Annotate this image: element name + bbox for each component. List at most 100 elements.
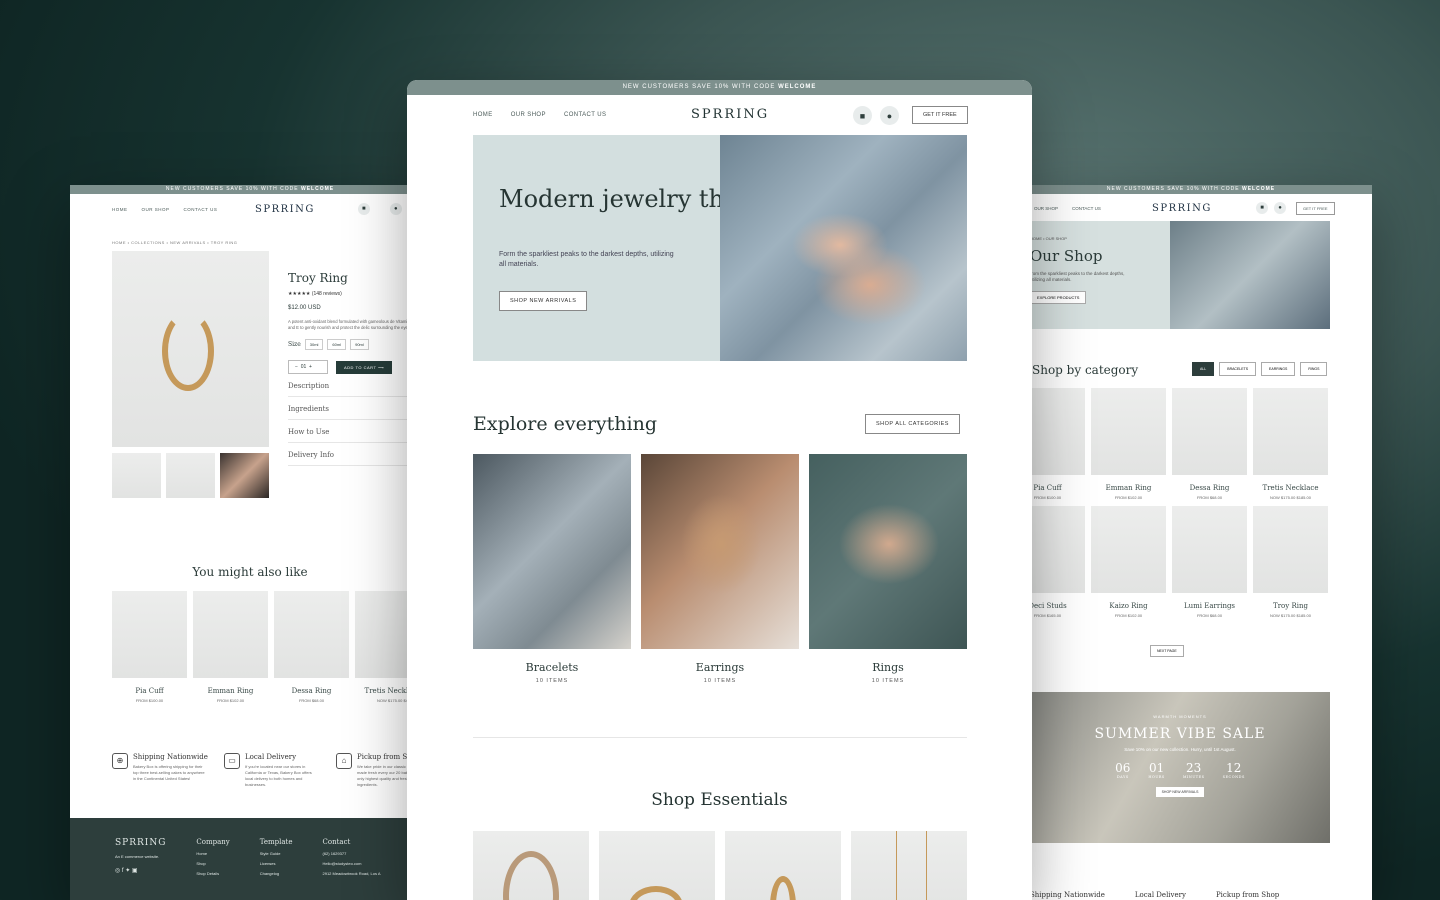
category-earrings[interactable]: Earrings 10 ITEMS	[641, 454, 799, 684]
sale-banner: WARMTH MOMENTS SUMMER VIBE SALE Save 10%…	[1030, 692, 1330, 843]
sale-title: SUMMER VIBE SALE	[1094, 726, 1266, 742]
accordion-item[interactable]: Delivery Info	[288, 445, 418, 466]
user-icon[interactable]: ●	[880, 106, 899, 125]
user-icon[interactable]: ●	[390, 203, 402, 215]
thumbnail[interactable]	[220, 453, 269, 498]
globe-icon: ⊕	[112, 753, 128, 769]
brand-logo[interactable]: SPRRING	[255, 204, 315, 215]
size-option[interactable]: 90ml	[350, 339, 369, 350]
top-nav: OUR SHOP CONTACT US SPRRING ■ ● GET IT FRE…	[1010, 194, 1372, 222]
shop-all-categories-button[interactable]: SHOP ALL CATEGORIES	[865, 414, 960, 434]
breadcrumb: HOME • COLLECTIONS • NEW ARRIVALS • TROY…	[112, 240, 238, 245]
promo-bar: NEW CUSTOMERS SAVE 10% WITH CODE WELCOME	[1010, 185, 1372, 194]
nav-shop[interactable]: OUR SHOP	[511, 112, 546, 118]
size-selector: Size 30ml 60ml 90ml	[288, 339, 418, 350]
nav-home[interactable]: HOME	[112, 207, 128, 212]
truck-icon: ▭	[224, 753, 240, 769]
nav-contact[interactable]: CONTACT US	[184, 207, 218, 212]
site-footer: SPRRING An E commerce website. ◎ f ✦ ▣ Com…	[70, 818, 430, 900]
size-option[interactable]: 60ml	[327, 339, 347, 350]
product-card[interactable]: Pia Cuff FROM $100.00	[112, 591, 187, 703]
top-nav: HOME OUR SHOP CONTACT US SPRRING ■ ● GET…	[407, 95, 1032, 135]
product-title: Troy Ring	[288, 271, 348, 285]
brand-logo[interactable]: SPRRING	[1152, 203, 1212, 214]
top-nav: HOME OUR SHOP CONTACT US SPRRING ■ ●	[70, 194, 430, 224]
accordion-item[interactable]: How to Use	[288, 422, 418, 443]
breadcrumb: HOME • OUR SHOP	[1030, 236, 1067, 241]
social-icons[interactable]: ◎ f ✦ ▣	[115, 867, 166, 874]
get-it-free-button[interactable]: GET IT FREE	[1296, 202, 1335, 215]
hero-banner: Modern jewelry that lasts. Form the spar…	[473, 135, 967, 361]
add-to-cart-button[interactable]: ADD TO CART ⟶	[336, 360, 393, 374]
related-products: Pia Cuff FROM $100.00 Emman Ring FROM $102…	[112, 591, 430, 703]
features-row: Shipping Nationwide Local Delivery Pickup …	[1030, 891, 1280, 899]
accordion-item[interactable]: Description	[288, 376, 418, 397]
filter-bracelets[interactable]: BRACELETS	[1219, 362, 1257, 376]
product-card[interactable]	[599, 831, 715, 900]
user-icon[interactable]: ●	[1274, 202, 1286, 214]
product-grid: Pia Cuff FROM $100.00 Emman Ring FROM $102…	[1010, 388, 1328, 618]
shop-page-mockup: NEW CUSTOMERS SAVE 10% WITH CODE WELCOME…	[1010, 185, 1372, 900]
nav-shop[interactable]: OUR SHOP	[1034, 206, 1058, 211]
category-rings[interactable]: Rings 10 ITEMS	[809, 454, 967, 684]
section-title: Shop Essentials	[651, 790, 788, 810]
brand-logo[interactable]: SPRRING	[691, 107, 769, 122]
countdown: 06 DAYS 01 HOURS 23 MINUTES 12 SECONDS	[1115, 761, 1245, 779]
product-card[interactable]	[851, 831, 967, 900]
page-title: Our Shop	[1030, 247, 1103, 265]
product-card[interactable]: Dessa Ring FROM $68.00	[274, 591, 349, 703]
shop-new-arrivals-button[interactable]: SHOP NEW ARRIVALS	[499, 291, 588, 311]
product-info: Troy Ring ★★★★★ (148 reviews) $12.00 USD…	[288, 271, 418, 466]
product-card[interactable]: Kaizo Ring FROM $102.00	[1091, 506, 1166, 618]
get-it-free-button[interactable]: GET IT FREE	[912, 106, 968, 124]
product-card[interactable]: Lumi Earrings FROM $68.00	[1172, 506, 1247, 618]
shop-hero: HOME • OUR SHOP Our Shop from the sparkl…	[1030, 221, 1330, 329]
promo-bar: NEW CUSTOMERS SAVE 10% WITH CODE WELCOME	[407, 80, 1032, 95]
category-bracelets[interactable]: Bracelets 10 ITEMS	[473, 454, 631, 684]
shop-new-arrivals-button[interactable]: SHOP NEW ARRIVALS	[1155, 787, 1205, 797]
category-list: Bracelets 10 ITEMS Earrings 10 ITEMS Rin…	[473, 454, 967, 684]
product-card[interactable]: Dessa Ring FROM $68.00	[1172, 388, 1247, 500]
home-page-mockup: NEW CUSTOMERS SAVE 10% WITH CODE WELCOME…	[407, 80, 1032, 900]
product-accordion: Description Ingredients How to Use Deliv…	[288, 376, 418, 466]
product-card[interactable]	[473, 831, 589, 900]
product-card[interactable]: Troy Ring NOW $175.00 $185.00	[1253, 506, 1328, 618]
thumbnail-strip	[112, 453, 269, 498]
thumbnail[interactable]	[166, 453, 215, 498]
product-card[interactable]	[725, 831, 841, 900]
hero-subtitle: Form the sparkliest peaks to the darkest…	[499, 251, 674, 268]
promo-bar: NEW CUSTOMERS SAVE 10% WITH CODE WELCOME	[70, 185, 430, 194]
product-card[interactable]: Tretis Necklace NOW $175.00 $185.00	[1253, 388, 1328, 500]
rating: ★★★★★ (148 reviews)	[288, 291, 342, 297]
related-title: You might also like	[192, 565, 308, 579]
nav-shop[interactable]: OUR SHOP	[142, 207, 170, 212]
store-icon: ⌂	[336, 753, 352, 769]
product-card[interactable]: Emman Ring FROM $102.00	[1091, 388, 1166, 500]
cart-icon[interactable]: ■	[1256, 202, 1268, 214]
product-description: A potent anti-oxidant blend formulated w…	[288, 319, 416, 330]
quantity-stepper[interactable]: − 01 +	[288, 360, 328, 374]
nav-home[interactable]: HOME	[473, 112, 493, 118]
cart-icon[interactable]: ■	[358, 203, 370, 215]
explore-products-button[interactable]: EXPLORE PRODUCTS	[1030, 291, 1087, 304]
accordion-item[interactable]: Ingredients	[288, 399, 418, 420]
hero-image	[1170, 221, 1330, 329]
cart-icon[interactable]: ■	[853, 106, 872, 125]
product-page-mockup: NEW CUSTOMERS SAVE 10% WITH CODE WELCOME…	[70, 185, 430, 900]
product-image	[112, 251, 269, 447]
product-price: $12.00 USD	[288, 305, 321, 311]
filter-all[interactable]: ALL	[1192, 362, 1215, 376]
filter-rings[interactable]: RINGS	[1300, 362, 1328, 376]
size-option[interactable]: 30ml	[304, 339, 324, 350]
product-card[interactable]: Emman Ring FROM $102.00	[193, 591, 268, 703]
category-title: Shop by category	[1032, 363, 1139, 377]
thumbnail[interactable]	[112, 453, 161, 498]
nav-contact[interactable]: CONTACT US	[564, 112, 606, 118]
section-title: Explore everything	[473, 413, 658, 435]
next-page-button[interactable]: NEXT PAGE	[1150, 645, 1184, 657]
filter-earrings[interactable]: EARRINGS	[1261, 362, 1296, 376]
features-row: ⊕ Shipping Nationwide Bakery Box is offeri…	[112, 753, 430, 788]
divider	[473, 737, 967, 738]
essentials-row	[473, 831, 967, 900]
nav-contact[interactable]: CONTACT US	[1072, 206, 1101, 211]
